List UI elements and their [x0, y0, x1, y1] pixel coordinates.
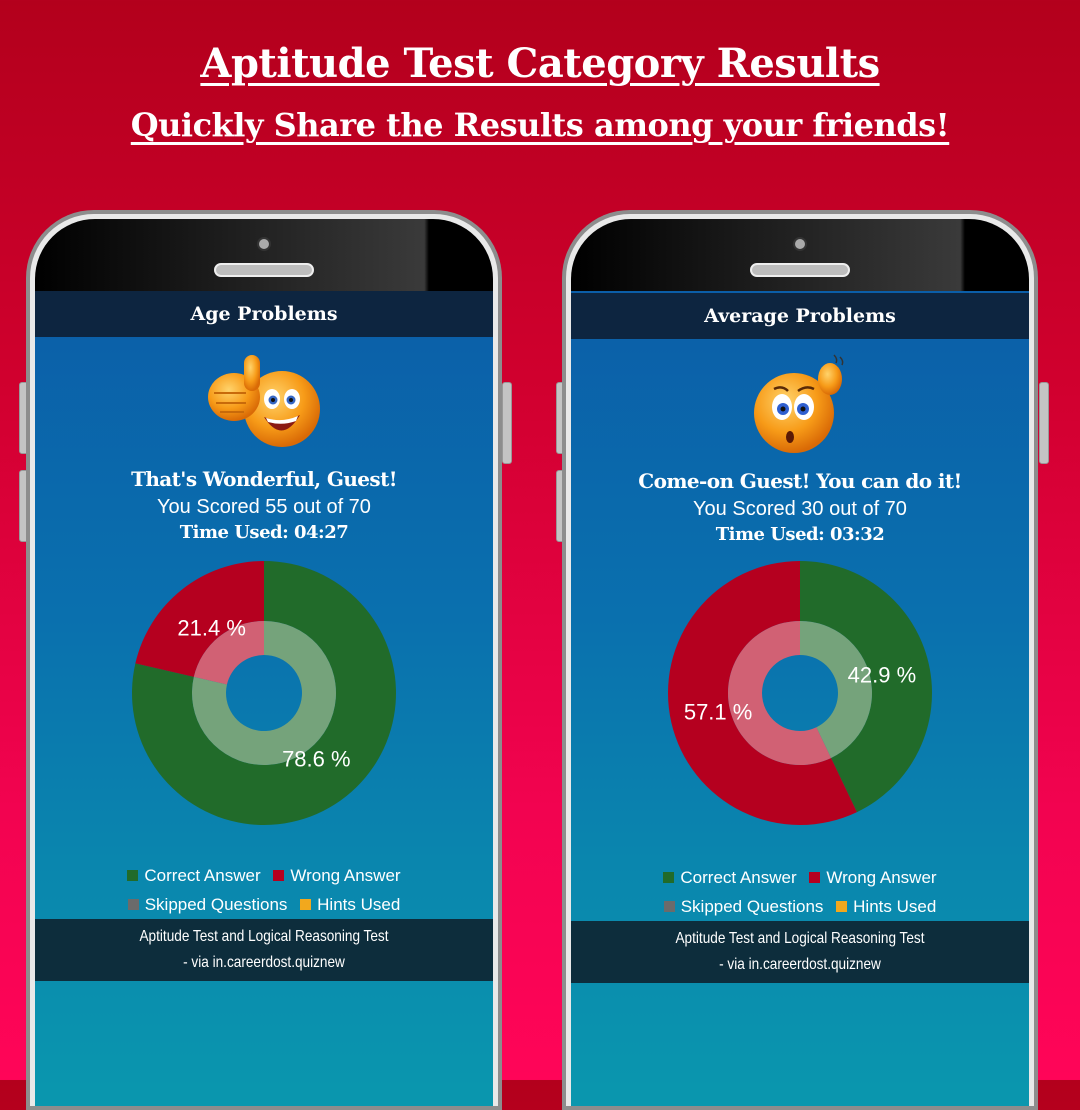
- legend-label-hints: Hints Used: [853, 897, 937, 916]
- category-title: Age Problems: [35, 291, 493, 337]
- legend-swatch-correct: [127, 870, 139, 881]
- phone-left: Age Problems That's Wonderful, Guest! Yo…: [26, 210, 502, 1110]
- legend-item-wrong: Wrong Answer: [273, 861, 401, 890]
- page-subtitle: Quickly Share the Results among your fri…: [0, 106, 1080, 144]
- phone-bezel: [571, 219, 1029, 291]
- legend-item-skipped: Skipped Questions: [663, 892, 824, 921]
- page-title: Aptitude Test Category Results: [0, 40, 1080, 87]
- result-screen: Age Problems That's Wonderful, Guest! Yo…: [35, 291, 493, 1106]
- footer-app-name: Aptitude Test and Logical Reasoning Test: [675, 930, 925, 947]
- time-used-text: Time Used: 03:32: [715, 524, 885, 545]
- result-screen: Average Problems Come-on Guest! You can …: [571, 291, 1029, 1106]
- score-text: You Scored 55 out of 70: [157, 496, 371, 518]
- camera-icon: [793, 237, 807, 251]
- speaker-grille: [750, 263, 850, 277]
- result-message: Come-on Guest! You can do it!: [638, 469, 962, 493]
- chart-legend: Correct Answer Wrong Answer Skipped Ques…: [35, 861, 493, 919]
- thumbs-up-emoji-icon: [208, 355, 320, 447]
- legend-swatch-skipped: [663, 901, 675, 912]
- legend-label-correct: Correct Answer: [144, 866, 261, 885]
- result-message: That's Wonderful, Guest!: [131, 467, 397, 491]
- confused-thinking-emoji-icon: [754, 354, 844, 453]
- footer-package: - via in.careerdost.quiznew: [719, 956, 881, 973]
- slice-label: 42.9 %: [848, 662, 917, 687]
- result-donut-chart: 42.9 % 57.1 %: [668, 561, 933, 825]
- legend-swatch-wrong: [273, 870, 285, 881]
- chart-legend: Correct Answer Wrong Answer Skipped Ques…: [571, 863, 1029, 921]
- footer-package: - via in.careerdost.quiznew: [183, 954, 345, 971]
- result-donut-chart: 78.6 % 21.4 %: [132, 561, 396, 825]
- legend-swatch-hints: [300, 899, 312, 910]
- legend-swatch-correct: [663, 872, 675, 883]
- slice-label: 21.4 %: [177, 615, 246, 640]
- page-subtitle-text: Quickly Share the Results among your fri…: [130, 106, 950, 144]
- legend-label-skipped: Skipped Questions: [680, 897, 824, 916]
- phone-bezel: [35, 219, 493, 291]
- legend-label-wrong: Wrong Answer: [290, 866, 401, 885]
- legend-swatch-wrong: [809, 872, 821, 883]
- page-title-text: Aptitude Test Category Results: [200, 40, 880, 87]
- app-footer: Aptitude Test and Logical Reasoning Test…: [35, 919, 493, 981]
- camera-icon: [257, 237, 271, 251]
- legend-label-skipped: Skipped Questions: [144, 895, 288, 914]
- phone-right: Average Problems Come-on Guest! You can …: [562, 210, 1038, 1110]
- legend-item-hints: Hints Used: [300, 890, 400, 919]
- time-used-text: Time Used: 04:27: [179, 522, 349, 543]
- slice-label: 57.1 %: [684, 700, 753, 725]
- slice-label: 78.6 %: [282, 747, 351, 772]
- power-button: [1039, 382, 1049, 464]
- legend-item-wrong: Wrong Answer: [809, 863, 937, 892]
- score-text: You Scored 30 out of 70: [693, 498, 907, 520]
- power-button: [502, 382, 512, 464]
- legend-swatch-hints: [836, 901, 848, 912]
- app-footer: Aptitude Test and Logical Reasoning Test…: [571, 921, 1029, 983]
- legend-label-hints: Hints Used: [317, 895, 401, 914]
- legend-swatch-skipped: [127, 899, 139, 910]
- legend-item-skipped: Skipped Questions: [127, 890, 288, 919]
- speaker-grille: [214, 263, 314, 277]
- category-title: Average Problems: [571, 293, 1029, 339]
- legend-label-wrong: Wrong Answer: [826, 868, 937, 887]
- legend-label-correct: Correct Answer: [680, 868, 797, 887]
- legend-item-correct: Correct Answer: [663, 863, 797, 892]
- legend-item-hints: Hints Used: [836, 892, 936, 921]
- footer-app-name: Aptitude Test and Logical Reasoning Test: [139, 928, 389, 945]
- legend-item-correct: Correct Answer: [127, 861, 261, 890]
